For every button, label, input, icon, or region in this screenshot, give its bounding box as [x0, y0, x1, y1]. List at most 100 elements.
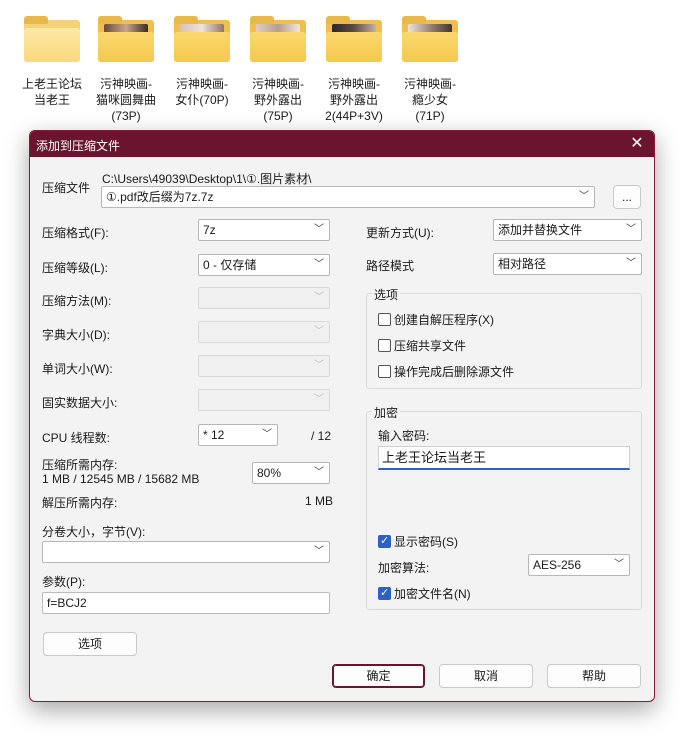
split-label: 分卷大小，字节(V):: [42, 525, 146, 539]
decompress-memory-label: 解压所需内存:: [42, 496, 118, 510]
chevron-down-icon: ﹀: [314, 326, 324, 337]
desktop-folder[interactable]: 污神映画- 瘾少女 (71P): [392, 14, 468, 124]
threads-value: * 12: [203, 428, 225, 442]
password-value: 上老王论坛当老王: [382, 450, 487, 465]
solid-block-select: ﹀: [198, 389, 330, 411]
shared-files-checkbox[interactable]: 压缩共享文件: [378, 337, 466, 354]
path-mode-select[interactable]: 相对路径 ﹀: [493, 253, 642, 275]
archive-name-combo[interactable]: ①.pdf改后缀为7z.7z ﹀: [101, 186, 595, 208]
threads-label: CPU 线程数:: [42, 431, 111, 445]
browse-button[interactable]: ...: [613, 185, 641, 209]
threads-total: / 12: [311, 429, 332, 443]
checkbox-box[interactable]: [378, 313, 391, 326]
sfx-checkbox[interactable]: 创建自解压程序(X): [378, 311, 494, 328]
encryption-group-title: 加密: [372, 404, 401, 421]
folder-icon: [172, 14, 232, 64]
format-select[interactable]: 7z ﹀: [198, 219, 330, 241]
show-password-checkbox[interactable]: 显示密码(S): [378, 533, 458, 550]
desktop-folder[interactable]: 污神映画- 野外露出 (75P): [240, 14, 316, 124]
dictionary-select: ﹀: [198, 321, 330, 343]
cancel-button[interactable]: 取消: [439, 664, 533, 688]
format-label: 压缩格式(F):: [42, 226, 109, 240]
checkmark-icon[interactable]: [378, 586, 391, 600]
chevron-down-icon: ﹀: [314, 394, 324, 405]
encryption-method-label: 加密算法:: [378, 561, 430, 575]
ok-button[interactable]: 确定: [332, 664, 425, 688]
memory-label: 压缩所需内存:: [42, 458, 118, 472]
close-icon[interactable]: ✕: [620, 131, 654, 157]
path-mode-label: 路径模式: [366, 259, 415, 273]
checkbox-box[interactable]: [378, 365, 391, 378]
method-label: 压缩方法(M):: [42, 294, 112, 308]
chevron-down-icon: ﹀: [262, 429, 272, 440]
update-mode-label: 更新方式(U):: [366, 226, 434, 240]
method-select: ﹀: [198, 287, 330, 309]
folder-label: 污神映画- 野外露出 (75P): [252, 77, 304, 123]
folder-icon: [22, 14, 82, 64]
chevron-down-icon: ﹀: [314, 259, 324, 270]
path-mode-value: 相对路径: [498, 257, 547, 271]
title-bar: 添加到压缩文件 ✕: [30, 131, 654, 157]
desktop-folder[interactable]: 污神映画- 野外露出 2(44P+3V): [316, 14, 392, 124]
folder-label: 污神映画- 野外露出 2(44P+3V): [325, 77, 383, 123]
threads-select[interactable]: * 12 ﹀: [198, 424, 278, 446]
level-label: 压缩等级(L):: [42, 261, 109, 275]
chevron-down-icon: ﹀: [314, 467, 324, 478]
split-volume-combo[interactable]: ﹀: [42, 541, 330, 563]
password-input[interactable]: 上老王论坛当老王: [378, 446, 630, 470]
memory-detail: 1 MB / 12545 MB / 15682 MB: [42, 472, 200, 486]
encryption-method-select[interactable]: AES-256 ﹀: [528, 554, 630, 576]
add-to-archive-dialog: 添加到压缩文件 ✕ 压缩文件 C:\Users\49039\Desktop\1\…: [29, 130, 655, 702]
word-size-select: ﹀: [198, 355, 330, 377]
parameters-value: f=BCJ2: [47, 596, 87, 610]
desktop-folder[interactable]: 污神映画- 猫咪圆舞曲 (73P): [88, 14, 164, 124]
folder-label: 上老王论坛 当老王: [21, 77, 82, 107]
level-value: 0 - 仅存储: [203, 258, 257, 272]
folder-label: 污神映画- 女仆(70P): [175, 77, 229, 107]
chevron-down-icon: ﹀: [626, 258, 636, 269]
dialog-title: 添加到压缩文件: [36, 139, 121, 153]
delete-source-checkbox[interactable]: 操作完成后删除源文件: [378, 363, 514, 380]
update-mode-value: 添加并替换文件: [498, 223, 583, 237]
encrypt-names-checkbox[interactable]: 加密文件名(N): [378, 585, 471, 602]
folder-icon: [324, 14, 384, 64]
dictionary-label: 字典大小(D):: [42, 328, 110, 342]
show-password-label: 显示密码(S): [394, 535, 458, 549]
options-button[interactable]: 选项: [43, 632, 137, 656]
parameters-label: 参数(P):: [42, 575, 86, 589]
memory-percent-value: 80%: [257, 466, 282, 480]
encrypt-names-label: 加密文件名(N): [394, 587, 471, 601]
chevron-down-icon: ﹀: [314, 292, 324, 303]
chevron-down-icon: ﹀: [314, 224, 324, 235]
update-mode-select[interactable]: 添加并替换文件 ﹀: [493, 219, 642, 241]
chevron-down-icon: ﹀: [314, 360, 324, 371]
chevron-down-icon: ﹀: [614, 559, 624, 570]
options-group-title: 选项: [372, 286, 401, 303]
archive-label: 压缩文件: [42, 181, 91, 195]
checkbox-box[interactable]: [378, 339, 391, 352]
archive-name-value: ①.pdf改后缀为7z.7z: [106, 190, 214, 204]
folder-icon: [248, 14, 308, 64]
parameters-input[interactable]: f=BCJ2: [42, 592, 330, 614]
memory-percent-select[interactable]: 80% ﹀: [252, 462, 330, 484]
checkmark-icon[interactable]: [378, 534, 391, 548]
delete-source-label: 操作完成后删除源文件: [394, 365, 515, 379]
solid-block-label: 固实数据大小:: [42, 396, 118, 410]
password-label: 输入密码:: [378, 429, 430, 443]
decompress-memory-value: 1 MB: [305, 494, 334, 508]
encryption-method-value: AES-256: [533, 558, 582, 572]
chevron-down-icon: ﹀: [314, 546, 324, 557]
archive-path: C:\Users\49039\Desktop\1\①.图片素材\: [102, 172, 312, 186]
folder-icon: [400, 14, 460, 64]
folder-label: 污神映画- 猫咪圆舞曲 (73P): [95, 77, 156, 123]
format-value: 7z: [203, 223, 216, 237]
chevron-down-icon: ﹀: [626, 224, 636, 235]
sfx-label: 创建自解压程序(X): [394, 313, 494, 327]
desktop-folder[interactable]: 上老王论坛 当老王: [14, 14, 90, 108]
help-button[interactable]: 帮助: [547, 664, 641, 688]
level-select[interactable]: 0 - 仅存储 ﹀: [198, 254, 330, 276]
chevron-down-icon[interactable]: ﹀: [579, 187, 589, 207]
desktop-folder[interactable]: 污神映画- 女仆(70P): [164, 14, 240, 108]
folder-label: 污神映画- 瘾少女 (71P): [404, 77, 456, 123]
word-size-label: 单词大小(W):: [42, 362, 113, 376]
